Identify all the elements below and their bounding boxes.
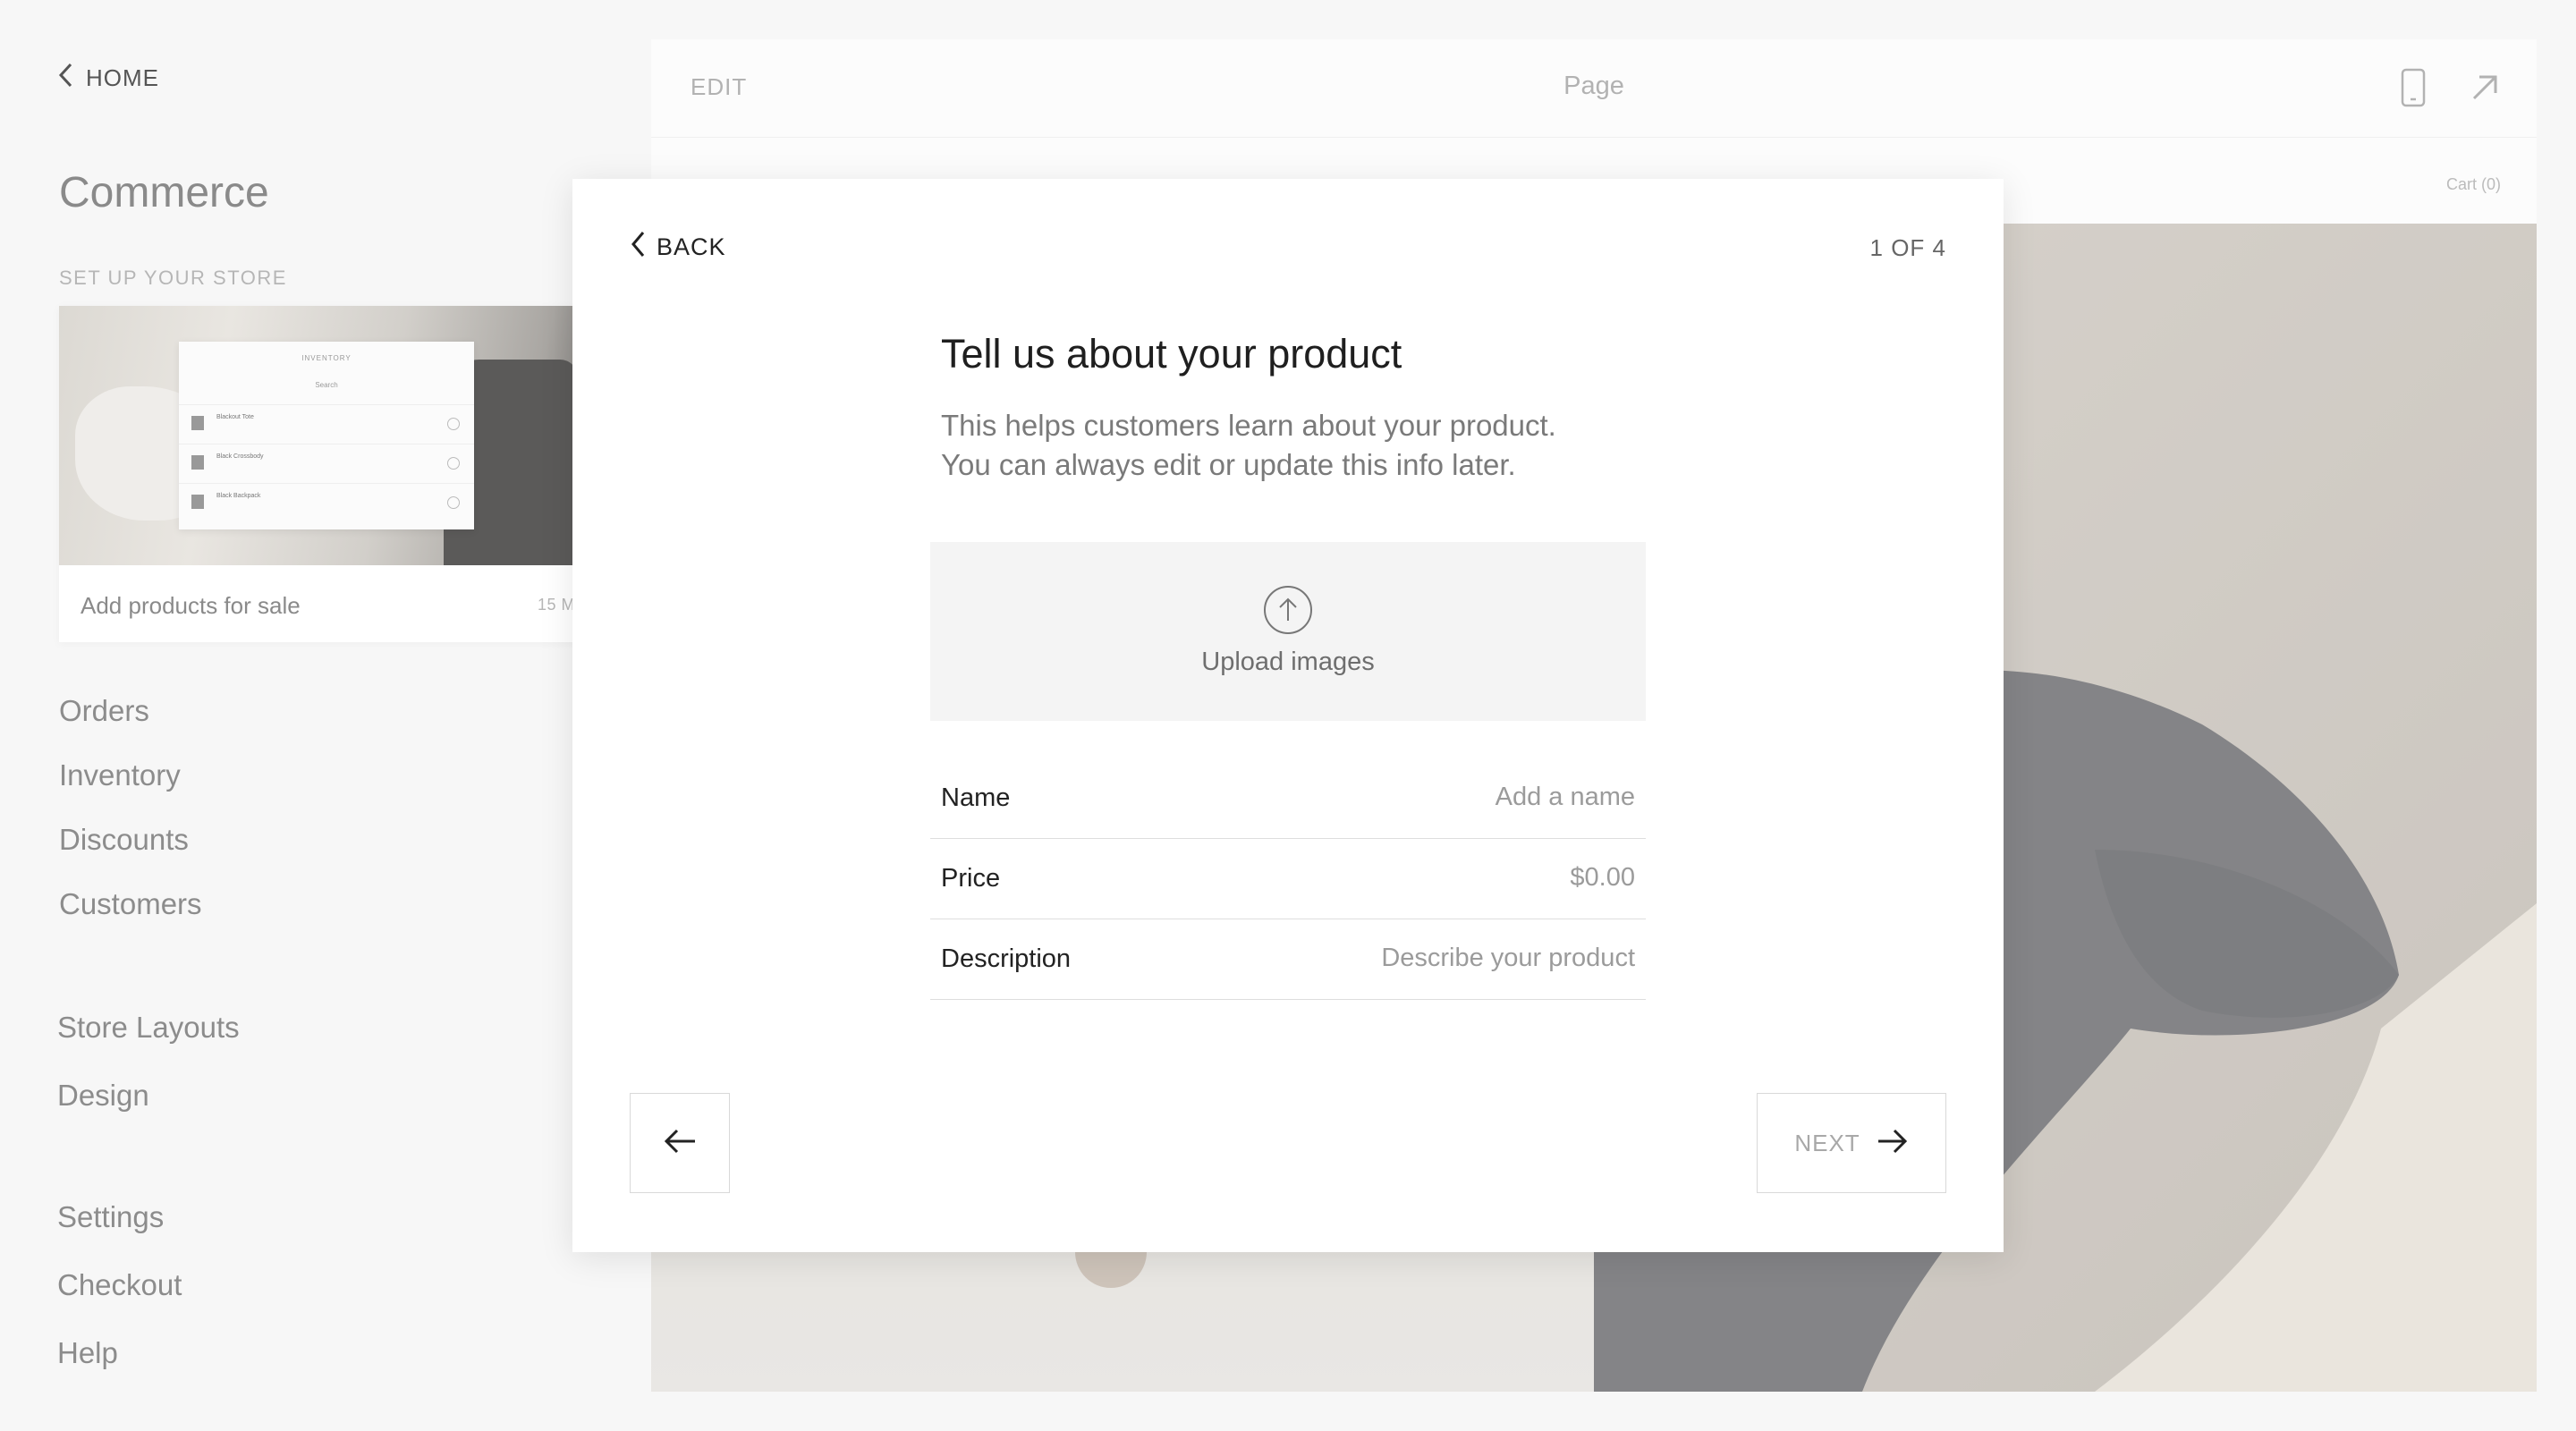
- sidebar-item-orders[interactable]: Orders: [59, 694, 149, 728]
- upload-images-label: Upload images: [1201, 648, 1375, 676]
- product-name-label: Name: [941, 783, 1011, 812]
- hero-sandal-detail: [1075, 1252, 1147, 1288]
- sidebar-item-design[interactable]: Design: [57, 1079, 149, 1113]
- inventory-preview-panel: INVENTORY Search Blackout Tote Black Cro…: [179, 342, 474, 529]
- next-label: NEXT: [1794, 1129, 1860, 1156]
- form-title: Tell us about your product: [941, 331, 1402, 377]
- inventory-preview-row: Blackout Tote: [179, 404, 474, 440]
- form-subtitle-line: This helps customers learn about your pr…: [941, 409, 1556, 442]
- mobile-phone-icon[interactable]: [2401, 68, 2426, 107]
- sidebar-item-discounts[interactable]: Discounts: [59, 823, 189, 857]
- sidebar-item-inventory[interactable]: Inventory: [59, 758, 181, 792]
- form-subtitle: This helps customers learn about your pr…: [941, 406, 1674, 485]
- inventory-preview-title: INVENTORY: [301, 354, 352, 362]
- next-step-button[interactable]: NEXT: [1757, 1093, 1946, 1193]
- setup-card-add-products[interactable]: INVENTORY Search Blackout Tote Black Cro…: [59, 306, 596, 642]
- add-product-modal: BACK 1 OF 4 Tell us about your product T…: [572, 179, 2004, 1252]
- product-description-input[interactable]: [1188, 936, 1635, 980]
- sidebar-item-store-layouts[interactable]: Store Layouts: [57, 1011, 240, 1045]
- open-external-arrow-icon[interactable]: [2469, 72, 2501, 104]
- home-label: HOME: [86, 64, 159, 91]
- chevron-left-icon: [630, 231, 646, 264]
- setup-card-thumbnail: INVENTORY Search Blackout Tote Black Cro…: [59, 306, 596, 565]
- product-name-row: Name: [930, 758, 1646, 839]
- setup-card-label: Add products for sale: [80, 592, 301, 619]
- back-button[interactable]: BACK: [630, 231, 726, 264]
- home-link[interactable]: HOME: [57, 63, 159, 94]
- sidebar-title: Commerce: [59, 169, 269, 216]
- editor-toolbar: EDIT Page: [651, 39, 2537, 138]
- inventory-preview-row-label: Black Crossbody: [216, 453, 264, 460]
- previous-step-button[interactable]: [630, 1093, 730, 1193]
- product-price-row: Price: [930, 839, 1646, 919]
- step-counter: 1 OF 4: [1869, 234, 1946, 261]
- cart-link[interactable]: Cart (0): [2446, 175, 2501, 194]
- arrow-right-icon: [1877, 1127, 1909, 1160]
- product-name-input[interactable]: [1188, 775, 1635, 819]
- upload-arrow-icon: [1263, 585, 1313, 635]
- product-description-row: Description: [930, 919, 1646, 1000]
- upload-images-dropzone[interactable]: Upload images: [930, 542, 1646, 721]
- sidebar-item-help[interactable]: Help: [57, 1336, 118, 1370]
- sidebar-item-customers[interactable]: Customers: [59, 887, 202, 921]
- product-description-label: Description: [941, 944, 1072, 973]
- chevron-left-icon: [57, 63, 73, 94]
- form-subtitle-line: You can always edit or update this info …: [941, 448, 1516, 481]
- back-label: BACK: [657, 233, 726, 260]
- page-label: Page: [1563, 72, 1624, 100]
- inventory-preview-row-label: Blackout Tote: [216, 414, 254, 420]
- setup-section-label: SET UP YOUR STORE: [59, 267, 287, 289]
- sidebar-item-settings[interactable]: Settings: [57, 1200, 164, 1234]
- sidebar: HOME Commerce SET UP YOUR STORE INVENTOR…: [0, 0, 651, 1431]
- inventory-preview-row: Black Crossbody: [179, 444, 474, 479]
- product-price-label: Price: [941, 864, 1001, 893]
- product-price-input[interactable]: [1188, 855, 1635, 900]
- inventory-preview-row: Black Backpack: [179, 483, 474, 519]
- sidebar-item-checkout[interactable]: Checkout: [57, 1268, 182, 1302]
- arrow-left-icon: [663, 1127, 697, 1160]
- inventory-preview-row-label: Black Backpack: [216, 493, 261, 499]
- inventory-preview-search: Search: [315, 381, 338, 389]
